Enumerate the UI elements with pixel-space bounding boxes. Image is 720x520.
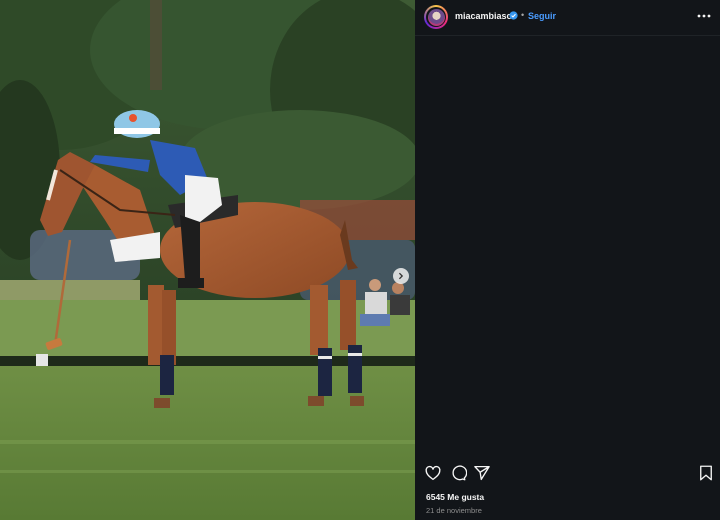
chevron-right-icon	[398, 272, 404, 280]
avatar-photo	[427, 8, 445, 26]
post-photo	[0, 0, 415, 520]
avatar[interactable]	[424, 5, 448, 29]
username-link[interactable]: miacambiaso	[455, 11, 512, 21]
comment-icon[interactable]	[449, 464, 467, 482]
verified-badge-icon	[509, 11, 518, 20]
post-actions	[415, 464, 720, 486]
post-media[interactable]	[0, 0, 415, 520]
follow-button[interactable]: Seguir	[528, 11, 556, 21]
post-header: miacambiaso • Seguir	[415, 0, 720, 36]
carousel-next-button[interactable]	[393, 268, 409, 284]
post-date[interactable]: 21 de noviembre	[426, 506, 482, 515]
likes-count[interactable]: 6545 Me gusta	[426, 492, 484, 502]
bookmark-icon[interactable]	[697, 464, 715, 482]
heart-icon[interactable]	[424, 464, 442, 482]
post-side-panel: miacambiaso • Seguir 6545 Me gusta 21 de…	[415, 0, 720, 520]
more-horizontal-icon[interactable]	[696, 8, 712, 24]
send-icon[interactable]	[473, 464, 491, 482]
separator-dot: •	[521, 10, 525, 20]
